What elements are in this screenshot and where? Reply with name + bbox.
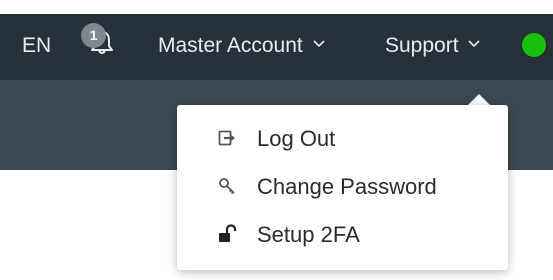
support-label: Support bbox=[385, 34, 459, 57]
chevron-down-icon bbox=[313, 40, 325, 48]
master-account-menu[interactable]: Master Account bbox=[158, 33, 325, 59]
support-menu[interactable]: Support bbox=[385, 33, 480, 59]
menu-item-log-out[interactable]: Log Out bbox=[177, 117, 508, 161]
unlock-icon bbox=[219, 224, 237, 242]
menu-item-label: Change Password bbox=[257, 174, 437, 199]
language-selector[interactable]: EN bbox=[22, 33, 51, 59]
dropdown-caret bbox=[468, 94, 490, 105]
online-status-indicator bbox=[522, 33, 546, 57]
notifications-button[interactable]: 1 bbox=[78, 22, 128, 66]
menu-item-change-password[interactable]: Change Password bbox=[177, 165, 508, 209]
master-account-label: Master Account bbox=[158, 34, 303, 57]
chevron-down-icon bbox=[468, 40, 480, 48]
logout-icon bbox=[218, 130, 235, 146]
notification-count-badge: 1 bbox=[81, 23, 106, 48]
support-dropdown-menu: Log Out Change Password Setup 2FA bbox=[177, 105, 508, 270]
menu-item-label: Log Out bbox=[257, 126, 336, 151]
menu-item-label: Setup 2FA bbox=[257, 222, 360, 247]
key-icon bbox=[219, 178, 235, 195]
screen: EN 1 Master Account Support Log Out Chan… bbox=[0, 0, 553, 280]
menu-item-setup-2fa[interactable]: Setup 2FA bbox=[177, 213, 508, 257]
